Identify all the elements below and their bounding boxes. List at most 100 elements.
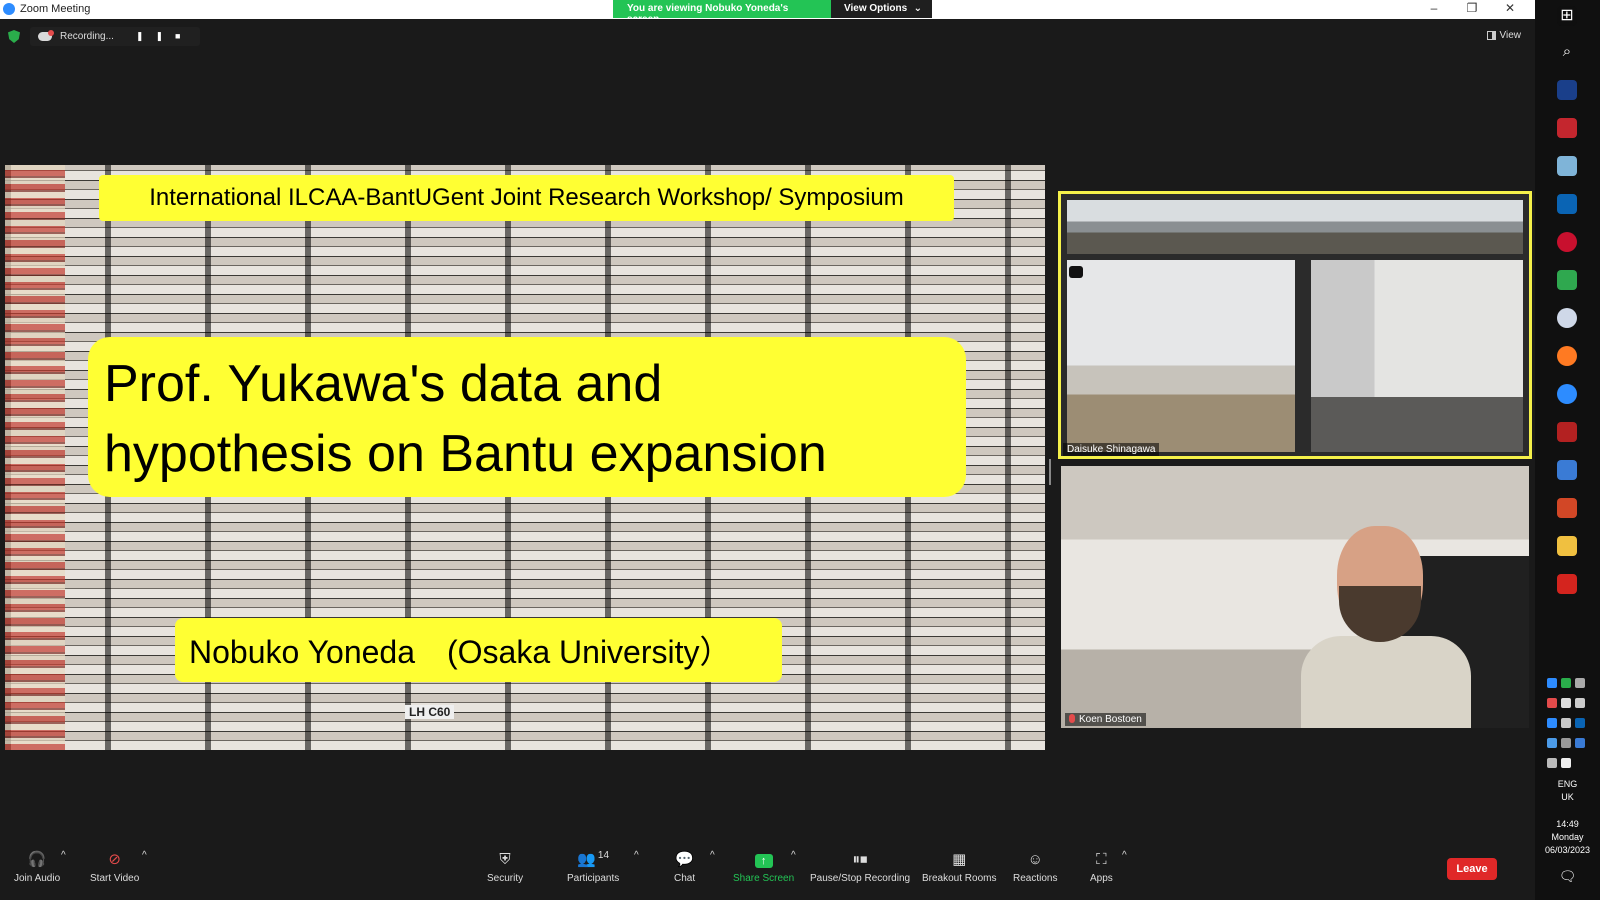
audio-options-caret[interactable]: ^: [61, 850, 66, 861]
app-icon-5[interactable]: [1557, 308, 1577, 328]
clock-date: 06/03/2023: [1544, 845, 1591, 855]
video-tile-participant[interactable]: Koen Bostoen: [1061, 466, 1529, 728]
tray-icons-row-2: [1547, 698, 1585, 708]
video-options-caret[interactable]: ^: [142, 850, 147, 861]
share-options-caret[interactable]: ^: [791, 850, 796, 861]
tray-icons-row-3: [1547, 718, 1585, 728]
pause-recording-icon[interactable]: ❚❚: [136, 31, 175, 41]
slide-title: Prof. Yukawa's data and hypothesis on Ba…: [88, 337, 966, 497]
participants-button[interactable]: 👥 14 Participants: [567, 850, 619, 884]
encryption-shield-icon[interactable]: [8, 30, 20, 43]
tray-icons-row-1: [1547, 678, 1585, 688]
app-icon-3[interactable]: [1557, 156, 1577, 176]
smiley-icon: ☺: [1027, 851, 1043, 868]
participants-icon: 👥 14: [577, 850, 610, 868]
recording-bar: Recording... ❚❚■: [8, 27, 201, 46]
window-title: Zoom Meeting: [20, 3, 91, 15]
photos-icon[interactable]: [1557, 460, 1577, 480]
room-camera-left: [1067, 260, 1295, 452]
apps-label: Apps: [1090, 873, 1113, 884]
shared-screen[interactable]: International ILCAA-BantUGent Joint Rese…: [5, 165, 1045, 750]
view-button[interactable]: View: [1486, 30, 1522, 41]
app-icon-2[interactable]: [1557, 118, 1577, 138]
clock[interactable]: 14:49 Monday 06/03/2023: [1535, 818, 1600, 857]
breakout-rooms-button[interactable]: ▦ Breakout Rooms: [922, 850, 996, 884]
participants-options-caret[interactable]: ^: [634, 850, 639, 861]
app-title: Zoom Meeting: [3, 3, 90, 15]
grid-icon: ▦: [952, 851, 967, 868]
breakout-rooms-label: Breakout Rooms: [922, 873, 997, 884]
view-label: View: [1499, 30, 1522, 41]
close-button[interactable]: ✕: [1491, 0, 1529, 17]
powerpoint-icon[interactable]: [1557, 498, 1577, 518]
split-view-divider[interactable]: [1049, 459, 1051, 485]
slide-author: Nobuko Yoneda (Osaka University）: [175, 618, 782, 682]
tray-icons-row-4: [1547, 738, 1585, 748]
zoom-taskbar-icon[interactable]: [1557, 384, 1577, 404]
headphones-icon: 🎧: [27, 851, 47, 868]
acrobat-icon[interactable]: [1557, 574, 1577, 594]
apps-options-caret[interactable]: ^: [1122, 850, 1127, 861]
file-explorer-icon[interactable]: [1557, 536, 1577, 556]
video-tile-active-speaker[interactable]: Daisuke Shinagawa: [1058, 191, 1532, 459]
security-label: Security: [487, 873, 524, 884]
room-camera-right: [1311, 260, 1523, 452]
leave-button[interactable]: Leave: [1447, 858, 1497, 880]
cloud-recording-icon: [38, 30, 54, 41]
outlook-icon[interactable]: [1557, 194, 1577, 214]
participants-label: Participants: [567, 873, 620, 884]
slide-title-line-1: Prof. Yukawa's data and: [104, 355, 663, 413]
pause-stop-icon: ⏸⏹: [852, 851, 868, 868]
apps-button[interactable]: ⛶ Apps: [1090, 850, 1113, 884]
share-screen-icon: ↑: [754, 854, 773, 868]
apps-icon: ⛶: [1096, 851, 1107, 868]
zoom-logo-icon: [3, 3, 15, 15]
meeting-toolbar: 🎧 Join Audio ^ ⊘ Start Video ^ ⛨ Securit…: [0, 850, 1535, 900]
recording-controls: ❚❚■: [136, 31, 193, 42]
app-icon-4[interactable]: [1557, 232, 1577, 252]
view-options-button[interactable]: View Options ⌄: [831, 0, 932, 18]
join-audio-button[interactable]: 🎧 Join Audio: [14, 850, 60, 884]
app-icon-6[interactable]: [1557, 422, 1577, 442]
stop-recording-icon[interactable]: ■: [175, 31, 192, 41]
start-video-button[interactable]: ⊘ Start Video: [90, 850, 139, 884]
windows-start-icon[interactable]: ⊞: [1557, 6, 1577, 26]
participant-name: Koen Bostoen: [1079, 714, 1142, 725]
slide-header: International ILCAA-BantUGent Joint Rese…: [99, 175, 954, 221]
screen-share-banner: You are viewing Nobuko Yoneda's screen V…: [613, 0, 932, 25]
restore-button[interactable]: ❐: [1453, 0, 1491, 17]
search-icon[interactable]: ⌕: [1557, 42, 1577, 62]
layout-icon: [1486, 31, 1496, 40]
pause-stop-recording-button[interactable]: ⏸⏹ Pause/Stop Recording: [810, 850, 910, 884]
recording-label: Recording...: [60, 31, 114, 42]
participants-count: 14: [597, 850, 610, 861]
share-banner-message: You are viewing Nobuko Yoneda's screen: [613, 0, 831, 25]
firefox-icon[interactable]: [1557, 346, 1577, 366]
notifications-icon[interactable]: 🗨: [1535, 869, 1600, 883]
input-language[interactable]: ENG UK: [1535, 778, 1600, 804]
window-controls: – ❐ ✕: [1415, 0, 1529, 17]
reactions-label: Reactions: [1013, 873, 1058, 884]
chat-options-caret[interactable]: ^: [710, 850, 715, 861]
windows-taskbar: ⊞ ⌕ ENG UK 14:49 Monday 06/03/2023 🗨: [1535, 0, 1600, 900]
participant-video: [1301, 516, 1471, 728]
recording-indicator: Recording... ❚❚■: [30, 27, 201, 46]
app-icon-1[interactable]: [1557, 80, 1577, 100]
start-video-label: Start Video: [90, 873, 140, 884]
clock-day: Monday: [1551, 832, 1584, 842]
room-camera-strip: [1067, 200, 1523, 254]
chat-button[interactable]: 💬 Chat: [674, 850, 695, 884]
keyboard-layout: UK: [1561, 792, 1574, 802]
share-screen-button[interactable]: ↑ Share Screen: [733, 850, 794, 884]
video-off-icon: ⊘: [108, 851, 121, 868]
security-button[interactable]: ⛨ Security: [487, 850, 523, 884]
view-options-label: View Options: [844, 3, 908, 14]
slide-title-line-2: hypothesis on Bantu expansion: [104, 425, 827, 483]
chevron-down-icon: ⌄: [913, 3, 922, 14]
reactions-button[interactable]: ☺ Reactions: [1013, 850, 1057, 884]
jm-app-icon[interactable]: [1557, 270, 1577, 290]
minimize-button[interactable]: –: [1415, 0, 1453, 17]
join-audio-label: Join Audio: [14, 873, 61, 884]
clock-time: 14:49: [1556, 819, 1579, 829]
pause-stop-recording-label: Pause/Stop Recording: [810, 873, 911, 884]
